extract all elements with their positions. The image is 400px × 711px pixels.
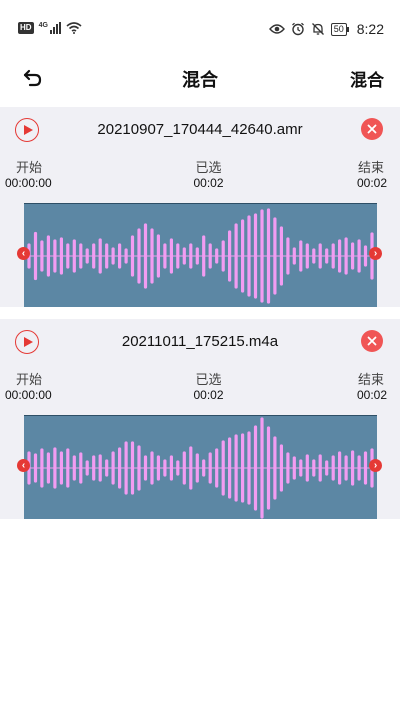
status-time: 8:22 <box>356 21 384 37</box>
play-icon <box>24 125 33 135</box>
end-label: 结束 <box>357 372 384 387</box>
status-right: 50 8:22 <box>268 21 384 37</box>
mix-button[interactable]: 混合 <box>350 66 384 91</box>
wifi-icon <box>66 22 82 34</box>
selected-time: 00:02 <box>193 176 224 190</box>
track-card: 20210907_170444_42640.amr 开始 00:00:00 已选… <box>0 107 400 307</box>
status-bar: HD 4G 50 8:22 <box>0 0 400 58</box>
close-icon <box>367 124 377 134</box>
page-title: 混合 <box>182 70 218 90</box>
app-bar: 混合 混合 <box>0 58 400 98</box>
cell-signal-icon <box>49 22 61 34</box>
close-icon <box>367 336 377 346</box>
remove-track-button[interactable] <box>361 330 383 352</box>
play-icon <box>24 337 33 347</box>
waveform-bars <box>24 417 377 519</box>
track-file-name: 20210907_170444_42640.amr <box>97 121 303 138</box>
selected-label: 已选 <box>195 372 222 387</box>
trim-start-handle[interactable]: ‹ <box>17 247 30 260</box>
waveform[interactable] <box>24 203 377 307</box>
eye-icon <box>268 24 285 34</box>
trim-end-handle[interactable]: › <box>369 247 382 260</box>
play-button[interactable] <box>15 330 39 354</box>
remove-track-button[interactable] <box>361 118 383 140</box>
selected-time: 00:02 <box>193 388 224 402</box>
trim-start-handle[interactable]: ‹ <box>17 459 30 472</box>
end-label: 结束 <box>357 160 384 175</box>
play-button[interactable] <box>15 118 39 142</box>
end-time: 00:02 <box>356 176 387 190</box>
selected-label: 已选 <box>195 160 222 175</box>
end-time: 00:02 <box>356 388 387 402</box>
mute-bell-icon <box>311 23 324 35</box>
waveform[interactable] <box>24 415 377 519</box>
battery-icon: 50 <box>330 22 349 36</box>
track-card: 20211011_175215.m4a 开始 00:00:00 已选 00:02… <box>0 319 400 519</box>
alarm-icon <box>291 22 304 36</box>
track-file-name: 20211011_175215.m4a <box>121 333 279 350</box>
network-type: 4G <box>38 22 48 29</box>
trim-end-handle[interactable]: › <box>369 459 382 472</box>
waveform-bars <box>24 208 377 304</box>
hd-badge: HD <box>18 22 34 34</box>
status-left: HD 4G <box>18 22 82 34</box>
